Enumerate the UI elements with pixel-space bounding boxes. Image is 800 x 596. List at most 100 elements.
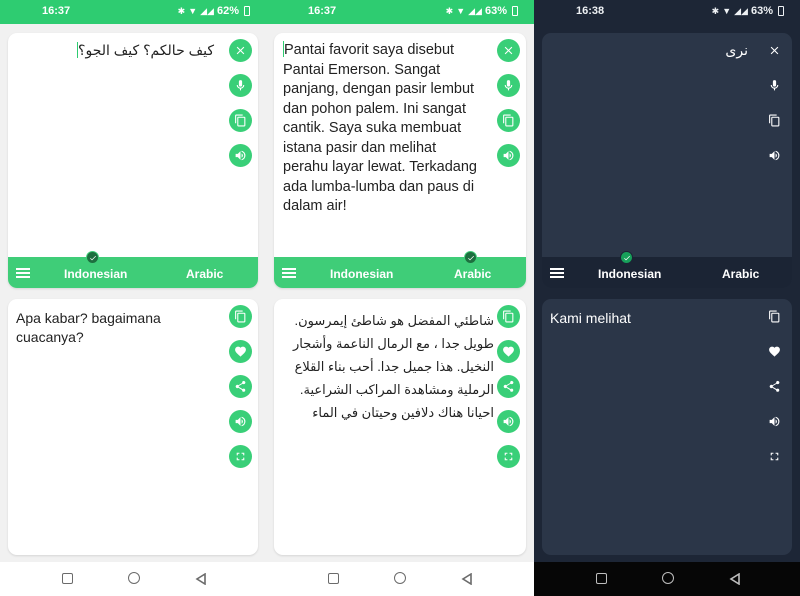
check-icon (620, 251, 633, 264)
favorite-button[interactable] (497, 340, 520, 363)
share-icon (503, 380, 514, 392)
target-language[interactable]: Arabic (454, 267, 491, 281)
favorite-button[interactable] (229, 340, 252, 363)
source-actions (229, 39, 252, 167)
close-icon (770, 46, 779, 55)
source-card: Pantai favorit saya disebut Pantai Emers… (274, 33, 526, 288)
fullscreen-button[interactable] (763, 445, 786, 468)
voice-input-button[interactable] (763, 74, 786, 97)
speak-result-button[interactable] (497, 410, 520, 433)
speak-source-button[interactable] (763, 144, 786, 167)
clear-button[interactable] (229, 39, 252, 62)
target-language[interactable]: Arabic (722, 267, 759, 281)
menu-icon[interactable] (16, 268, 30, 278)
speaker-icon (235, 416, 246, 427)
speak-source-button[interactable] (497, 144, 520, 167)
close-icon (504, 46, 513, 55)
home-icon[interactable] (662, 572, 674, 584)
menu-icon[interactable] (282, 268, 296, 278)
phone-screen-3: 16:38 ✱ ▼ ◢◢ 63% نرى Indonesian Arabic K… (534, 0, 800, 596)
back-icon[interactable] (195, 572, 207, 586)
battery-icon (244, 6, 250, 16)
speaker-icon (503, 416, 514, 427)
battery-level: 63% (484, 5, 507, 17)
result-actions (497, 305, 520, 468)
speaker-icon (235, 150, 246, 161)
share-button[interactable] (229, 375, 252, 398)
speaker-icon (769, 416, 780, 427)
wifi-icon: ▼ (188, 6, 198, 16)
speak-result-button[interactable] (229, 410, 252, 433)
signal-icon: ◢◢ (468, 5, 482, 16)
bluetooth-icon: ✱ (711, 5, 720, 16)
speak-result-button[interactable] (763, 410, 786, 433)
source-language[interactable]: Indonesian (598, 267, 661, 281)
navigation-bar (534, 562, 800, 596)
recent-apps-icon[interactable] (596, 573, 607, 584)
source-card: نرى Indonesian Arabic (542, 33, 792, 288)
phone-screen-1: 16:37 ✱ ▼ ◢◢ 62% كيف حالكم؟ كيف الجو؟ In… (0, 0, 266, 596)
fullscreen-icon (236, 452, 245, 461)
battery-level: 63% (750, 5, 773, 17)
signal-icon: ◢◢ (200, 5, 214, 16)
wifi-icon: ▼ (722, 6, 732, 16)
favorite-button[interactable] (763, 340, 786, 363)
copy-source-button[interactable] (497, 109, 520, 132)
copy-result-button[interactable] (229, 305, 252, 328)
copy-icon (769, 310, 780, 323)
copy-icon (235, 114, 246, 127)
recent-apps-icon[interactable] (328, 573, 339, 584)
source-language[interactable]: Indonesian (64, 267, 127, 281)
back-icon[interactable] (461, 572, 473, 586)
copy-result-button[interactable] (497, 305, 520, 328)
source-text-input[interactable]: Pantai favorit saya disebut Pantai Emers… (283, 41, 482, 217)
status-icons: ✱ ▼ ◢◢ 63% (446, 5, 518, 17)
fullscreen-button[interactable] (229, 445, 252, 468)
heart-icon (235, 346, 246, 357)
fullscreen-button[interactable] (497, 445, 520, 468)
status-bar: 16:37 ✱ ▼ ◢◢ 63% (266, 0, 534, 24)
source-language[interactable]: Indonesian (330, 267, 393, 281)
voice-input-button[interactable] (497, 74, 520, 97)
copy-result-button[interactable] (763, 305, 786, 328)
menu-icon[interactable] (550, 268, 564, 278)
copy-icon (503, 114, 514, 127)
result-actions (229, 305, 252, 468)
home-icon[interactable] (394, 572, 406, 584)
status-bar: 16:37 ✱ ▼ ◢◢ 62% (0, 0, 266, 24)
clear-button[interactable] (763, 39, 786, 62)
battery-icon (512, 6, 518, 16)
phone-screen-2: 16:37 ✱ ▼ ◢◢ 63% Pantai favorit saya dis… (266, 0, 534, 596)
home-icon[interactable] (128, 572, 140, 584)
source-text-input[interactable]: نرى (551, 41, 748, 60)
share-icon (769, 380, 780, 392)
copy-source-button[interactable] (229, 109, 252, 132)
bluetooth-icon: ✱ (177, 5, 186, 16)
microphone-icon (504, 80, 513, 91)
translation-result: Apa kabar? bagaimana cuacanya? (16, 310, 161, 345)
battery-level: 62% (216, 5, 239, 17)
status-time: 16:37 (42, 5, 71, 17)
heart-icon (503, 346, 514, 357)
language-bar: Indonesian Arabic (542, 251, 792, 288)
source-text: Pantai favorit saya disebut Pantai Emers… (283, 42, 477, 214)
fullscreen-icon (504, 452, 513, 461)
copy-source-button[interactable] (763, 109, 786, 132)
speak-source-button[interactable] (229, 144, 252, 167)
clear-button[interactable] (497, 39, 520, 62)
source-text-input[interactable]: كيف حالكم؟ كيف الجو؟ (17, 41, 214, 60)
bluetooth-icon: ✱ (445, 5, 454, 16)
status-bar: 16:38 ✱ ▼ ◢◢ 63% (534, 0, 800, 24)
target-language[interactable]: Arabic (186, 267, 223, 281)
signal-icon: ◢◢ (734, 5, 748, 16)
microphone-icon (236, 80, 245, 91)
heart-icon (769, 346, 780, 357)
translation-result: Kami melihat (550, 310, 631, 326)
result-actions (763, 305, 786, 468)
back-icon[interactable] (729, 572, 741, 586)
status-icons: ✱ ▼ ◢◢ 62% (178, 5, 250, 17)
share-button[interactable] (497, 375, 520, 398)
voice-input-button[interactable] (229, 74, 252, 97)
share-button[interactable] (763, 375, 786, 398)
recent-apps-icon[interactable] (62, 573, 73, 584)
